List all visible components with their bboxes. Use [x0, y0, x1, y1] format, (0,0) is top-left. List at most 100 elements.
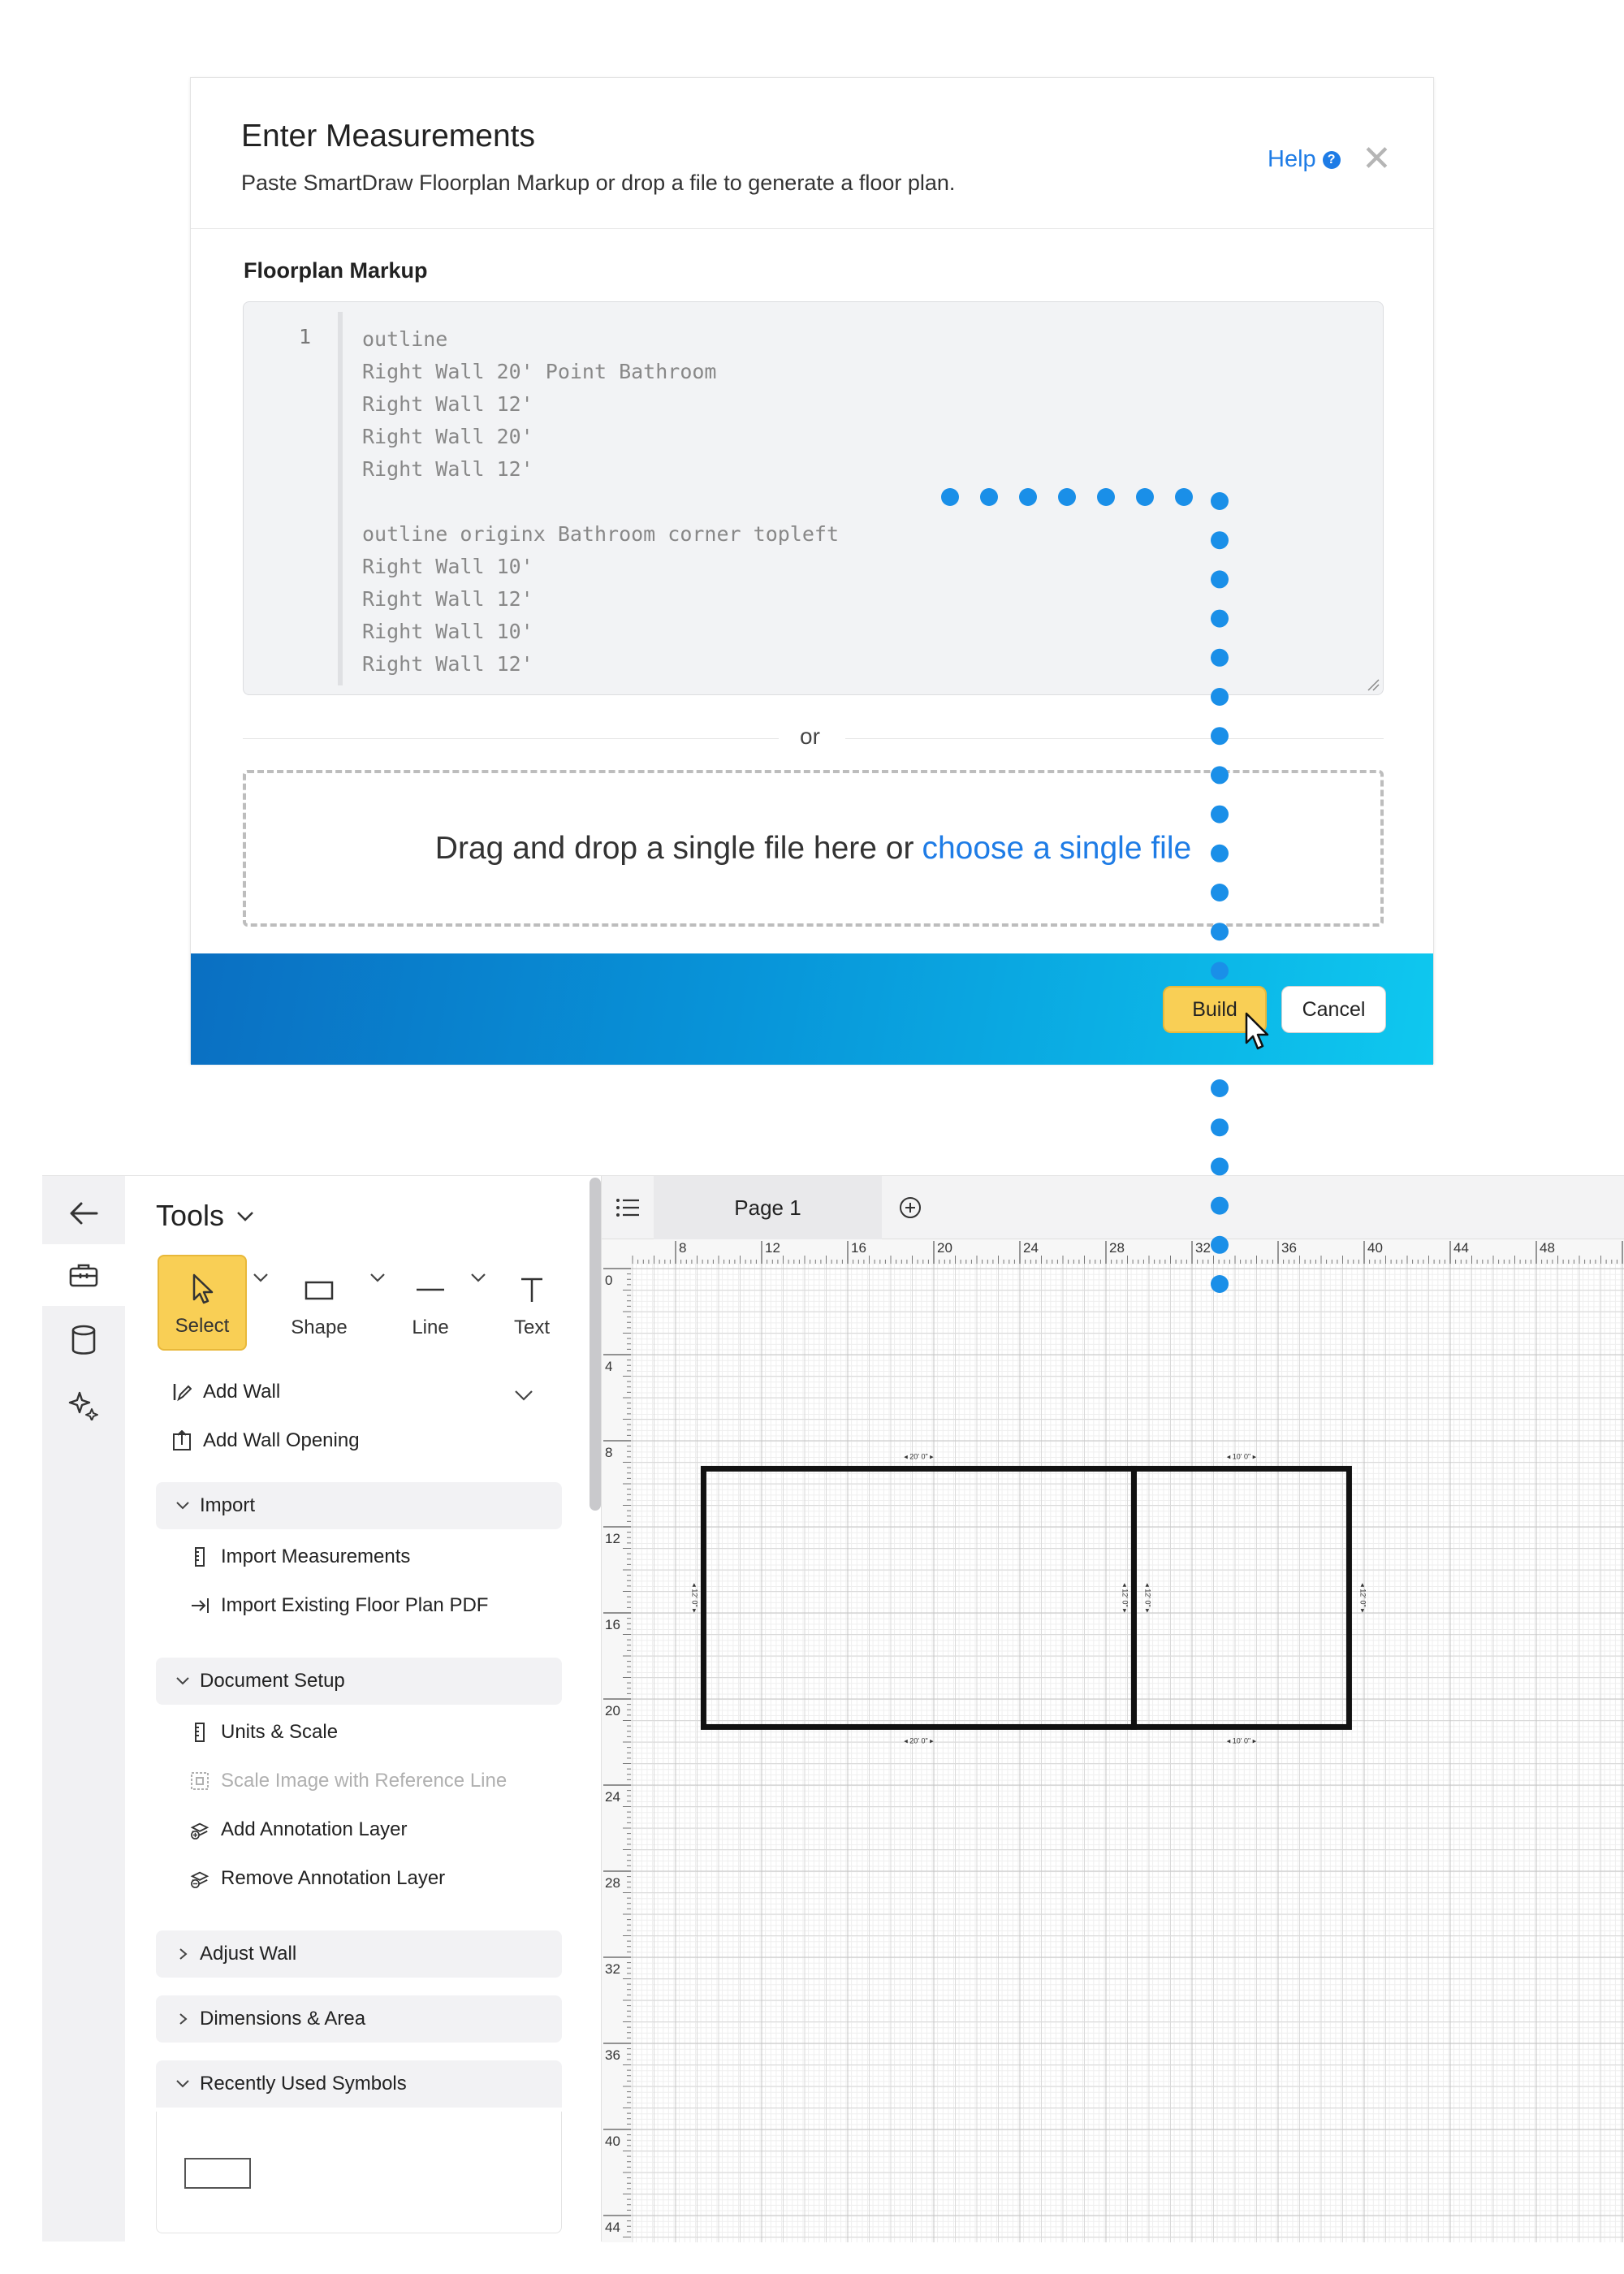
dialog-divider — [191, 228, 1433, 229]
chevron-down-icon[interactable] — [513, 1389, 534, 1402]
line-number: 1 — [299, 325, 312, 348]
chevron-down-icon[interactable] — [469, 1272, 487, 1283]
markup-editor[interactable]: 1 outline Right Wall 20' Point Bathroom … — [243, 301, 1384, 695]
data-rail-button[interactable] — [42, 1309, 125, 1371]
database-icon — [71, 1325, 96, 1355]
code-line: Right Wall 10' — [362, 555, 533, 578]
annotation-dot — [1211, 1118, 1229, 1137]
dimension-label: ◂ 10' 0" ▸ — [1227, 1736, 1257, 1744]
chevron-down-icon[interactable] — [369, 1272, 387, 1283]
add-wall-item[interactable]: Add Wall — [172, 1381, 280, 1403]
canvas-area: Page 1 812162024283236404448520481216202… — [601, 1176, 1624, 2242]
tools-rail-button[interactable] — [42, 1244, 125, 1306]
cancel-button[interactable]: Cancel — [1281, 986, 1386, 1033]
panel-scrollbar[interactable] — [590, 1178, 601, 1511]
choose-file-link[interactable]: choose a single file — [922, 831, 1191, 867]
ruler-x-label: 16 — [851, 1240, 866, 1256]
units-scale-item[interactable]: Units & Scale — [190, 1721, 338, 1744]
wall-pencil-icon — [173, 1384, 192, 1402]
adjust-wall-label: Adjust Wall — [200, 1943, 297, 1965]
resize-grip-icon[interactable] — [1367, 678, 1380, 691]
ruler-x-label: 12 — [765, 1240, 780, 1256]
line-tool[interactable]: Line — [386, 1255, 475, 1351]
ruler-x-label: 28 — [1109, 1240, 1125, 1256]
chevron-down-icon[interactable] — [252, 1272, 270, 1283]
ruler-y-label: 12 — [605, 1531, 620, 1546]
question-icon: ? — [1322, 150, 1341, 169]
page-tab[interactable]: Page 1 — [654, 1176, 882, 1239]
rectangle-symbol[interactable] — [184, 2158, 251, 2189]
upload-box-icon — [173, 1430, 191, 1450]
ruler-y-label: 24 — [605, 1789, 620, 1805]
ruler-x-label: 36 — [1281, 1240, 1297, 1256]
add-wall-opening-item[interactable]: Add Wall Opening — [172, 1429, 360, 1452]
pointer-icon — [192, 1273, 214, 1304]
add-wall-label: Add Wall — [203, 1381, 281, 1403]
dimensions-area-header[interactable]: Dimensions & Area — [156, 1995, 562, 2043]
rectangle-icon — [304, 1281, 334, 1300]
tools-header[interactable]: Tools — [156, 1199, 255, 1233]
remove-annotation-label: Remove Annotation Layer — [221, 1867, 446, 1889]
ruler-x-label: 24 — [1023, 1240, 1039, 1256]
add-annotation-label: Add Annotation Layer — [221, 1818, 408, 1840]
import-section-header[interactable]: Import — [156, 1482, 562, 1529]
select-label: Select — [175, 1315, 230, 1337]
adjust-wall-header[interactable]: Adjust Wall — [156, 1930, 562, 1978]
file-dropzone[interactable]: Drag and drop a single file here or choo… — [243, 770, 1384, 927]
line-icon — [417, 1288, 444, 1291]
chevron-right-icon — [179, 2013, 188, 2025]
import-measurements-label: Import Measurements — [221, 1546, 411, 1567]
recent-symbols-label: Recently Used Symbols — [200, 2073, 407, 2095]
chevron-down-icon — [176, 1677, 189, 1685]
or-divider-left — [243, 738, 779, 739]
import-pdf-item[interactable]: Import Existing Floor Plan PDF — [190, 1594, 488, 1617]
chevron-down-icon — [176, 1502, 189, 1510]
ai-rail-button[interactable] — [42, 1374, 125, 1436]
close-button[interactable]: ✕ — [1362, 141, 1392, 177]
back-button[interactable] — [42, 1182, 125, 1244]
text-tool[interactable]: Text — [487, 1255, 577, 1351]
page-tabs-bar: Page 1 — [602, 1176, 1624, 1239]
shape-tool[interactable]: Shape — [274, 1255, 364, 1351]
select-tool[interactable]: Select — [158, 1255, 247, 1351]
document-setup-header[interactable]: Document Setup — [156, 1658, 562, 1705]
ruler-y-label: 8 — [605, 1445, 612, 1460]
code-line: Right Wall 12' — [362, 652, 533, 676]
ruler-corner — [602, 1239, 631, 1264]
recent-symbols-header[interactable]: Recently Used Symbols — [156, 2060, 562, 2108]
help-label: Help — [1268, 146, 1316, 172]
remove-annotation-layer-item[interactable]: Remove Annotation Layer — [190, 1867, 445, 1890]
or-text: or — [800, 724, 820, 749]
vertical-ruler — [602, 1239, 631, 2242]
chevron-down-icon — [176, 2080, 189, 2088]
help-link[interactable]: Help ? — [1268, 146, 1341, 173]
ruler-y-label: 28 — [605, 1875, 620, 1891]
code-line: Right Wall 20' Point Bathroom — [362, 360, 717, 383]
drawing-canvas[interactable]: 8121620242832364044485204812162024283236… — [602, 1239, 1624, 2242]
ruler-x-label: 40 — [1367, 1240, 1383, 1256]
ruler-x-label: 32 — [1195, 1240, 1211, 1256]
code-line: outline originx Bathroom corner topleft — [362, 522, 839, 546]
ruler-y-label: 40 — [605, 2133, 620, 2149]
add-annotation-layer-item[interactable]: Add Annotation Layer — [190, 1818, 408, 1841]
text-icon — [521, 1278, 542, 1302]
annotation-dot — [1211, 1079, 1229, 1097]
ruler-y-label: 44 — [605, 2220, 620, 2235]
page-list-button[interactable] — [602, 1176, 654, 1239]
dialog-subtitle: Paste SmartDraw Floorplan Markup or drop… — [241, 171, 956, 195]
add-page-button[interactable] — [882, 1176, 939, 1239]
code-line: Right Wall 12' — [362, 457, 533, 481]
code-line: Right Wall 20' — [362, 425, 533, 448]
import-measurements-item[interactable]: Import Measurements — [190, 1546, 410, 1568]
tools-title: Tools — [156, 1199, 225, 1232]
recent-symbols-box — [156, 2112, 562, 2233]
code-line: Right Wall 12' — [362, 587, 533, 611]
ruler-x-label: 44 — [1453, 1240, 1469, 1256]
ruler-y-label: 0 — [605, 1273, 612, 1288]
scale-image-label: Scale Image with Reference Line — [221, 1770, 508, 1792]
markup-label: Floorplan Markup — [244, 258, 428, 283]
add-wall-opening-label: Add Wall Opening — [203, 1429, 360, 1451]
ruler-x-label: 20 — [937, 1240, 952, 1256]
editor-code[interactable]: outline Right Wall 20' Point Bathroom Ri… — [362, 323, 839, 681]
chevron-down-icon — [237, 1212, 253, 1221]
